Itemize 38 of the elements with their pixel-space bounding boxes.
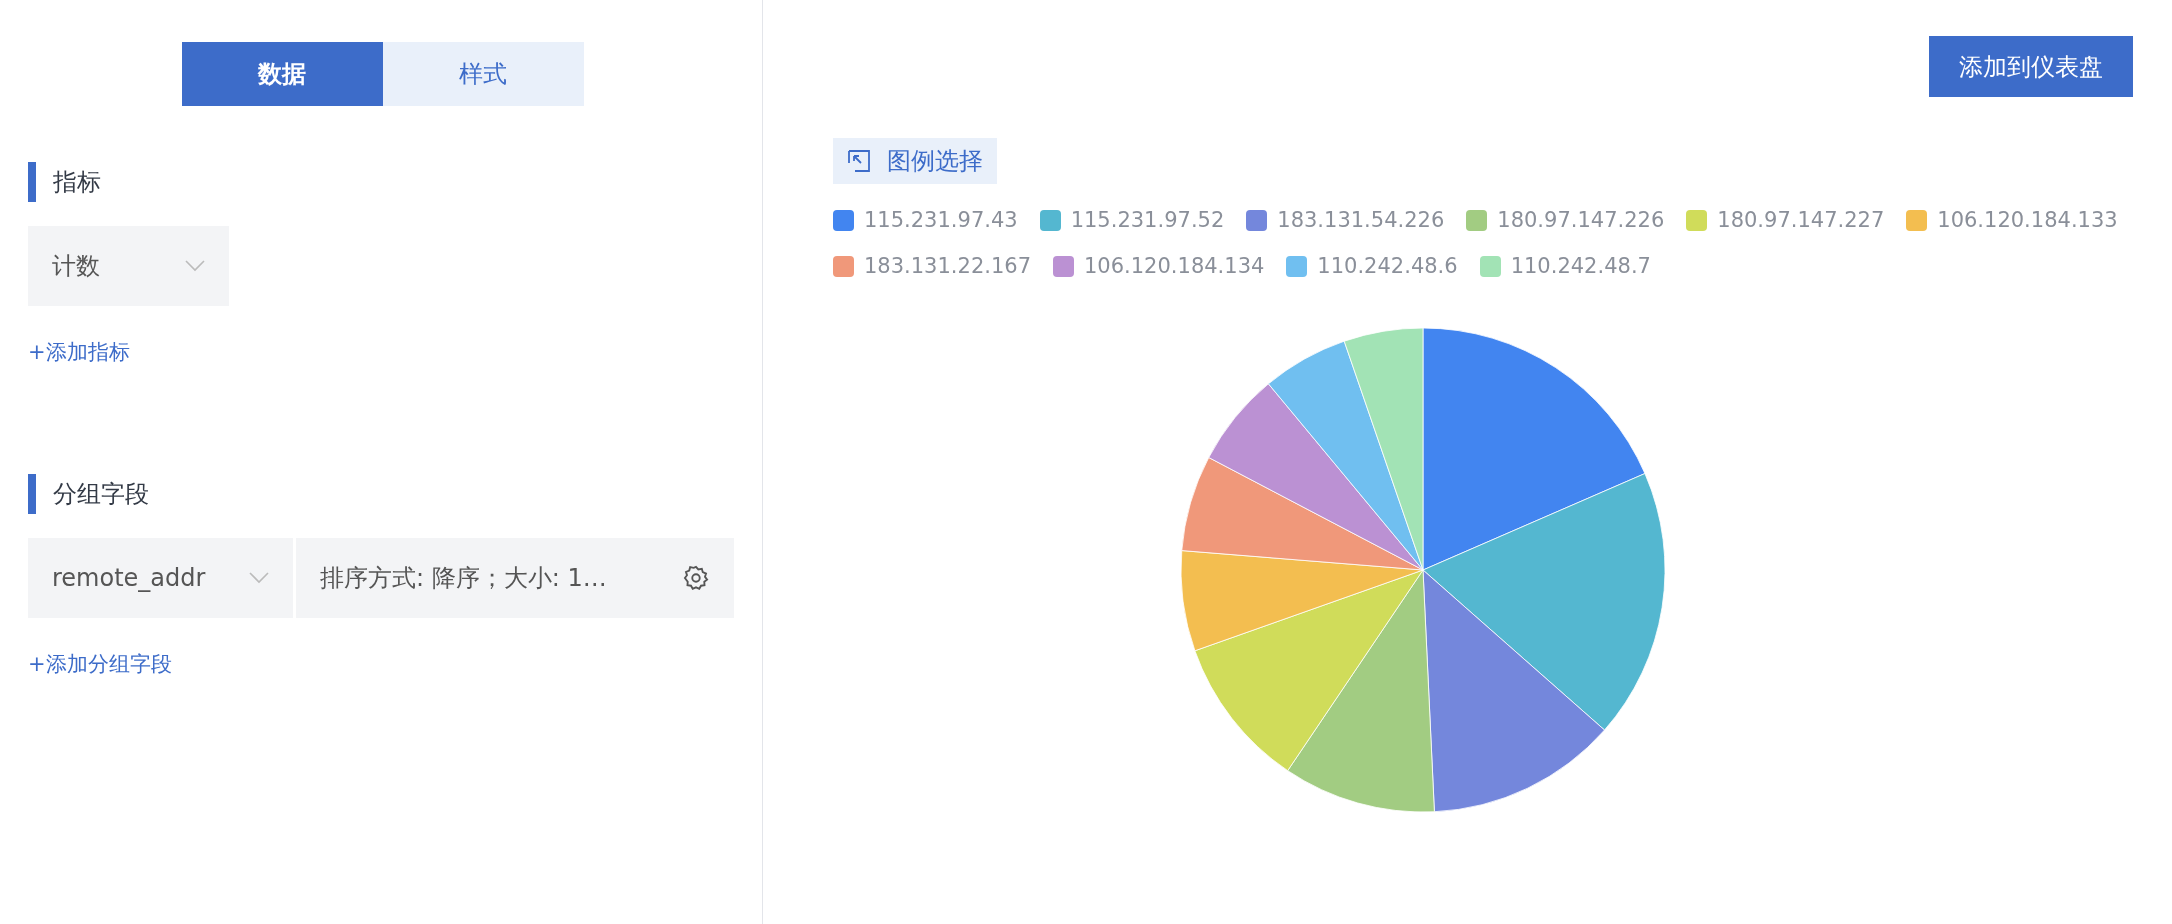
select-value: 计数 xyxy=(52,251,100,282)
add-link[interactable]: +添加分组字段 xyxy=(28,650,172,678)
select-field[interactable]: remote_addr xyxy=(28,538,293,618)
legend-label: 110.242.48.6 xyxy=(1317,254,1458,278)
legend-item[interactable]: 106.120.184.134 xyxy=(1053,248,1265,284)
legend-label: 180.97.147.226 xyxy=(1497,208,1665,232)
legend-item[interactable]: 115.231.97.43 xyxy=(833,202,1018,238)
legend-item[interactable]: 183.131.54.226 xyxy=(1246,202,1445,238)
legend-select-button[interactable]: 图例选择 xyxy=(833,138,997,184)
legend-item[interactable]: 180.97.147.227 xyxy=(1686,202,1885,238)
legend-label: 106.120.184.134 xyxy=(1084,254,1265,278)
legend-label: 183.131.54.226 xyxy=(1277,208,1445,232)
legend-item[interactable]: 106.120.184.133 xyxy=(1906,202,2118,238)
sort-summary: 排序方式: 降序；大小: 1… xyxy=(320,563,607,594)
section-heading: 指标 xyxy=(28,162,734,202)
select-value: remote_addr xyxy=(52,564,206,592)
legend-item[interactable]: 115.231.97.52 xyxy=(1039,202,1225,238)
arrow-box-icon xyxy=(847,149,871,173)
legend-item[interactable]: 183.131.22.167 xyxy=(833,248,1031,284)
chevron-down-icon xyxy=(249,572,269,584)
tab[interactable]: 样式 xyxy=(382,42,584,106)
legend-item[interactable]: 180.97.147.226 xyxy=(1466,202,1665,238)
legend-label: 180.97.147.227 xyxy=(1717,208,1885,232)
add-link[interactable]: +添加指标 xyxy=(28,338,130,366)
add-to-dashboard-button[interactable]: 添加到仪表盘 xyxy=(1929,36,2133,97)
sort-settings-field[interactable]: 排序方式: 降序；大小: 1… xyxy=(296,538,734,618)
legend-label: 183.131.22.167 xyxy=(864,254,1031,278)
select-field[interactable]: 计数 xyxy=(28,226,229,306)
legend-label: 110.242.48.7 xyxy=(1510,254,1651,278)
legend-item[interactable]: 110.242.48.7 xyxy=(1479,248,1651,284)
tab[interactable]: 数据 xyxy=(181,42,383,106)
legend-label: 115.231.97.52 xyxy=(1070,208,1225,232)
legend-label: 115.231.97.43 xyxy=(864,208,1018,232)
legend-item[interactable]: 110.242.48.6 xyxy=(1286,248,1458,284)
chevron-down-icon xyxy=(185,260,205,272)
settings-icon[interactable] xyxy=(682,564,710,592)
section-heading: 分组字段 xyxy=(28,474,734,514)
legend-label: 106.120.184.133 xyxy=(1937,208,2118,232)
